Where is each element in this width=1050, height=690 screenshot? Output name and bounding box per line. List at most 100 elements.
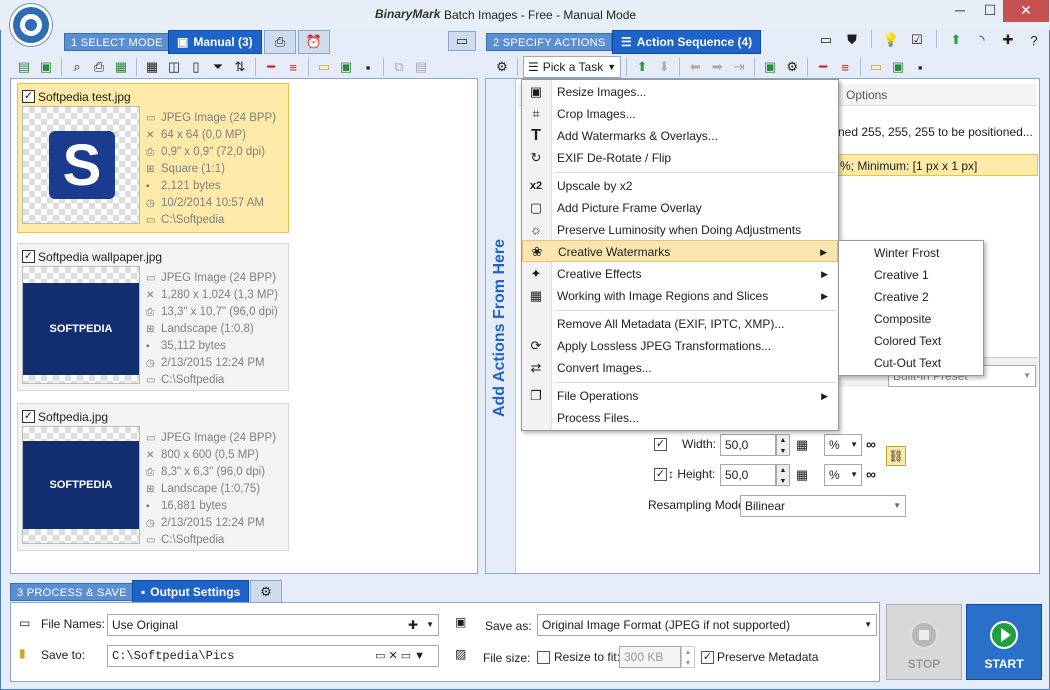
width-unit-select[interactable]: % ▼ xyxy=(824,434,862,456)
save-sequence-icon[interactable]: ▪ xyxy=(910,57,930,77)
calculator-icon[interactable]: ▦ xyxy=(792,435,812,455)
file-checkbox[interactable]: ✓ xyxy=(22,410,35,423)
add-actions-sidebar[interactable]: Add Actions From Here xyxy=(486,79,516,573)
tab-output-settings[interactable]: ▪ Output Settings xyxy=(132,580,250,604)
menu-item-process-files[interactable]: Process Files... xyxy=(522,407,838,429)
width-checkbox[interactable]: ✓ xyxy=(654,437,667,452)
width-spinner[interactable]: ▲ ▼ xyxy=(776,434,790,456)
menu-item-frame[interactable]: ▢ Add Picture Frame Overlay xyxy=(522,197,838,219)
sort-icon[interactable]: ⇅ xyxy=(230,57,250,77)
file-card[interactable]: ✓ Softpedia test.jpg S ▭ JPEG Image (24 B… xyxy=(17,83,289,233)
console-icon[interactable]: ▭ xyxy=(816,30,836,50)
open-folder-icon[interactable]: ▭ xyxy=(314,57,334,77)
move-down-icon[interactable]: ⬇ xyxy=(654,57,674,77)
resampling-select[interactable]: Bilinear ▼ xyxy=(740,495,906,517)
infinity-icon[interactable]: ∞ xyxy=(866,466,876,482)
start-button[interactable]: START xyxy=(966,604,1042,680)
infinity-icon[interactable]: ∞ xyxy=(866,436,876,452)
save-to-input[interactable]: C:\Softpedia\Pics ▭✕▭▼ xyxy=(107,645,439,667)
pick-task-dropdown[interactable]: ☰ Pick a Task ▼ xyxy=(523,56,622,78)
add-action-icon[interactable]: ▣ xyxy=(760,57,780,77)
open-sequence-icon[interactable]: ▭ xyxy=(866,57,886,77)
export-icon[interactable]: ▦ xyxy=(111,57,131,77)
tab-action-sequence[interactable]: ☰ Action Sequence (4) xyxy=(612,30,762,54)
height-unit-select[interactable]: % ▼ xyxy=(824,464,862,486)
preserve-metadata-checkbox[interactable]: ✓ xyxy=(701,650,714,665)
tab-folder-mode[interactable]: ⎙ xyxy=(264,30,296,54)
calculator-icon[interactable]: ▦ xyxy=(792,465,812,485)
save-as-select[interactable]: Original Image Format (JPEG if not suppo… xyxy=(537,614,877,636)
submenu-item[interactable]: Composite xyxy=(839,308,983,330)
file-names-select[interactable]: Use Original ✚ ▼ xyxy=(107,614,439,636)
height-input[interactable]: 50,0 xyxy=(720,464,776,486)
action-settings-icon[interactable]: ⚙ xyxy=(782,57,802,77)
tip-icon[interactable]: 💡 xyxy=(881,30,901,50)
rss-icon[interactable]: ◝ xyxy=(972,30,992,50)
tab-manual[interactable]: ▣ Manual (3) xyxy=(168,30,262,54)
menu-item-remove-metadata[interactable]: Remove All Metadata (EXIF, IPTC, XMP)... xyxy=(522,313,838,335)
grid-view-icon[interactable]: ▦ xyxy=(142,57,162,77)
resize-spinner[interactable]: ▲ ▼ xyxy=(681,646,695,668)
view-mode-icon[interactable]: ◫ xyxy=(164,57,184,77)
remove-icon[interactable]: ━ xyxy=(261,57,281,77)
file-checkbox[interactable]: ✓ xyxy=(22,90,35,103)
save-icon[interactable]: ▪ xyxy=(358,57,378,77)
submenu-item[interactable]: Creative 1 xyxy=(839,264,983,286)
menu-item-upscale[interactable]: x2 Upscale by x2 xyxy=(522,175,838,197)
remove-all-icon[interactable]: ≡ xyxy=(283,57,303,77)
app-logo-icon[interactable] xyxy=(10,4,52,46)
help-icon[interactable]: ? xyxy=(1024,30,1044,50)
page-icon[interactable]: ▯ xyxy=(186,57,206,77)
tab-process-settings[interactable]: ⚙ xyxy=(250,580,282,604)
stop-button[interactable]: STOP xyxy=(886,604,962,680)
add-files-icon[interactable]: ▤ xyxy=(14,57,34,77)
arrow-left-icon[interactable]: ⬅ xyxy=(685,57,705,77)
file-card[interactable]: ✓ Softpedia wallpaper.jpg SOFTPEDIA ▭ JPE… xyxy=(17,243,289,391)
minimize-button[interactable]: ─ xyxy=(945,0,975,22)
move-up-icon[interactable]: ⬆ xyxy=(632,57,652,77)
menu-item-lossless-jpeg[interactable]: ⟳ Apply Lossless JPEG Transformations... xyxy=(522,335,838,357)
preview-button[interactable]: ▭ xyxy=(448,31,476,51)
sequence-row-options[interactable]: ned 255, 255, 255 to be positioned... xyxy=(838,125,1033,139)
menu-item-regions[interactable]: ▦ Working with Image Regions and Slices ▶ xyxy=(522,285,838,307)
remove-action-icon[interactable]: ━ xyxy=(813,57,833,77)
height-checkbox[interactable]: ✓ xyxy=(654,467,667,482)
submenu-item[interactable]: Colored Text xyxy=(839,330,983,352)
width-input[interactable]: 50,0 xyxy=(720,434,776,456)
tab-watch-mode[interactable]: ⏰ xyxy=(298,30,330,54)
close-button[interactable]: ✕ xyxy=(1003,0,1049,22)
checklist-icon[interactable]: ☑ xyxy=(907,30,927,50)
submenu-item[interactable]: Cut-Out Text xyxy=(839,352,983,374)
add-icon[interactable]: ✚ xyxy=(998,30,1018,50)
settings-gear-icon[interactable]: ⚙ xyxy=(492,57,512,77)
menu-item-file-operations[interactable]: ❐ File Operations ▶ xyxy=(522,385,838,407)
submenu-item[interactable]: Creative 2 xyxy=(839,286,983,308)
add-folder-icon[interactable]: ▣ xyxy=(36,57,56,77)
menu-item-exif-rotate[interactable]: ↻ EXIF De-Rotate / Flip xyxy=(522,147,838,169)
load-sequence-icon[interactable]: ▣ xyxy=(888,57,908,77)
arrow-right-icon[interactable]: ➡ xyxy=(707,57,727,77)
print-icon[interactable]: ⎙ xyxy=(89,57,109,77)
arrow-last-icon[interactable]: ⇥ xyxy=(729,57,749,77)
resize-to-fit-checkbox[interactable] xyxy=(537,650,550,665)
update-icon[interactable]: ⬆ xyxy=(946,30,966,50)
menu-item-resize[interactable]: ▣ Resize Images... xyxy=(522,81,838,103)
load-icon[interactable]: ▣ xyxy=(336,57,356,77)
resize-to-fit-input[interactable]: 300 KB xyxy=(619,646,681,668)
file-card[interactable]: ✓ Softpedia.jpg SOFTPEDIA ▭ JPEG Image (2… xyxy=(17,403,289,551)
copy-icon[interactable]: ⧉ xyxy=(389,57,409,77)
file-checkbox[interactable]: ✓ xyxy=(22,250,35,263)
menu-item-watermarks[interactable]: T Add Watermarks & Overlays... xyxy=(522,125,838,147)
menu-item-creative-effects[interactable]: ✦ Creative Effects ▶ xyxy=(522,263,838,285)
height-spinner[interactable]: ▲ ▼ xyxy=(776,464,790,486)
menu-item-convert[interactable]: ⇄ Convert Images... xyxy=(522,357,838,379)
menu-item-crop[interactable]: ⌗ Crop Images... xyxy=(522,103,838,125)
find-icon[interactable]: ⌕ xyxy=(67,57,87,77)
remove-all-actions-icon[interactable]: ≡ xyxy=(835,57,855,77)
maximize-button[interactable]: ☐ xyxy=(975,0,1005,22)
save-to-actions[interactable]: ▭✕▭▼ xyxy=(375,646,428,666)
link-aspect-icon[interactable]: ⛓ xyxy=(886,446,906,466)
shield-icon[interactable]: ⛊ xyxy=(842,30,862,50)
filter-icon[interactable]: ⏷ xyxy=(208,57,228,77)
paste-icon[interactable]: ▤ xyxy=(411,57,431,77)
